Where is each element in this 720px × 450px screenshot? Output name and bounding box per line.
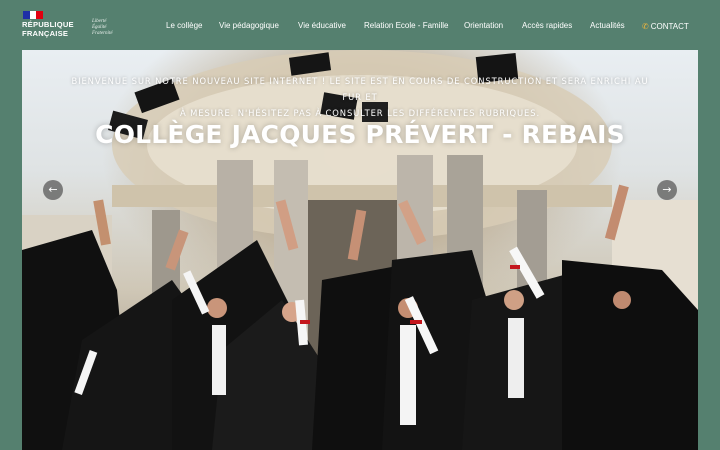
nav-item-vie-educative[interactable]: Vie éducative: [298, 20, 346, 32]
nav-item-vie-pedagogique[interactable]: Vie pédagogique: [219, 20, 279, 32]
nav-item-relation-ecole-famille[interactable]: Relation Ecole - Famille: [364, 20, 448, 32]
welcome-line-1: Bienvenue sur notre nouveau site interne…: [71, 76, 649, 102]
chevron-right-icon: →: [662, 183, 672, 196]
contact-label: CONTACT: [650, 22, 689, 31]
phone-icon: ✆: [642, 22, 649, 31]
nav-item-orientation[interactable]: Orientation: [464, 20, 503, 32]
nav-item-actualites[interactable]: Actualités: [590, 20, 625, 32]
main-navigation: Le collège Vie pédagogique Vie éducative…: [0, 20, 720, 34]
nav-item-le-college[interactable]: Le collège: [166, 20, 202, 32]
site-header: RÉPUBLIQUE FRANÇAISE Liberté Égalité Fra…: [0, 0, 720, 50]
chevron-left-icon: ←: [48, 183, 58, 196]
welcome-message: Bienvenue sur notre nouveau site interne…: [62, 73, 658, 121]
welcome-line-2: à mesure. N'hésitez pas à consulter les …: [179, 108, 541, 118]
hero-slider: Bienvenue sur notre nouveau site interne…: [22, 50, 698, 450]
slider-prev-button[interactable]: ←: [43, 180, 63, 200]
slider-next-button[interactable]: →: [657, 180, 677, 200]
contact-link[interactable]: ✆ CONTACT: [642, 21, 689, 33]
nav-item-acces-rapides[interactable]: Accès rapides: [522, 20, 572, 32]
hero-title: COLLÈGE JACQUES PRÉVERT - REBAIS: [95, 120, 625, 149]
french-flag-icon: [23, 11, 43, 19]
